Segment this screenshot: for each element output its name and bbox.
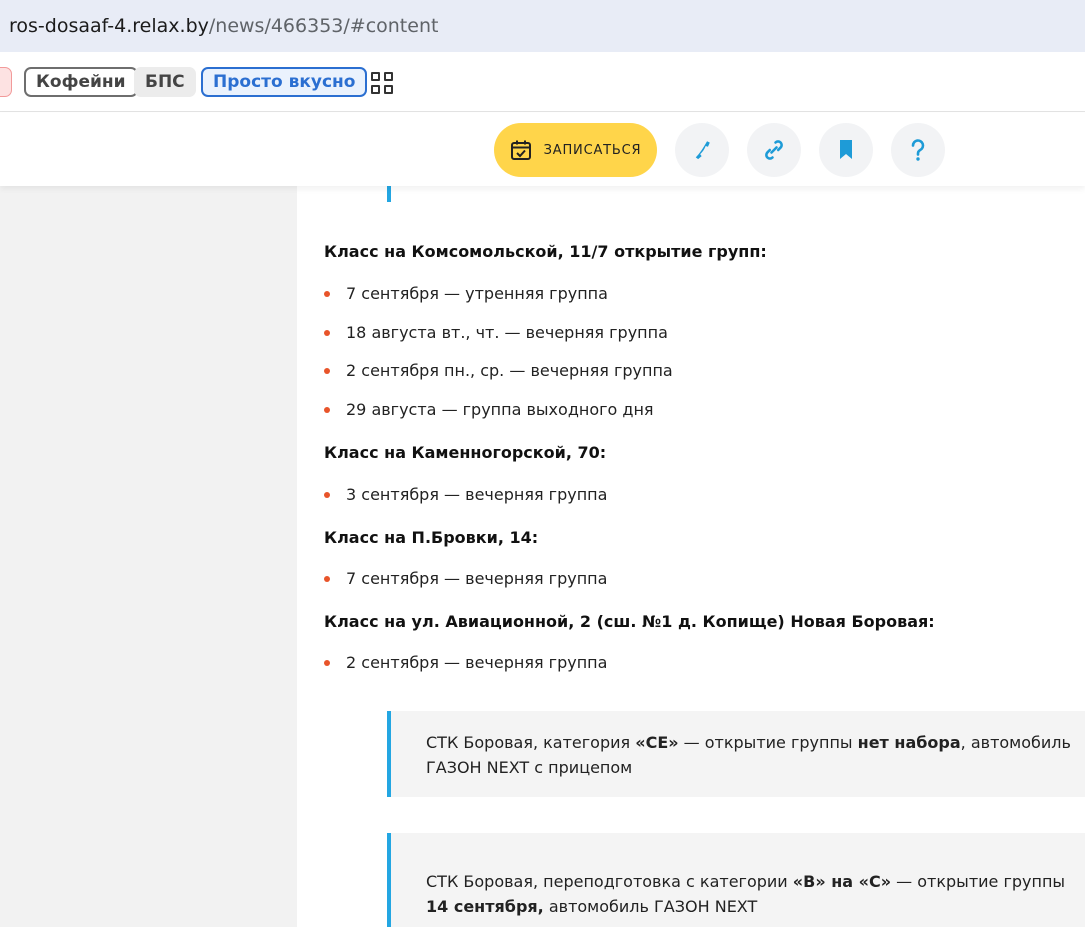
url-path: /news/466353/#content [208, 15, 439, 37]
signup-label: ЗАПИСАТЬСЯ [543, 142, 642, 158]
phone-button[interactable] [675, 123, 729, 177]
bullet-icon [324, 406, 330, 413]
bullet-icon [324, 329, 330, 336]
note-block: СТК Боровая, переподготовка с категории … [387, 833, 1085, 927]
action-bar: ЗАПИСАТЬСЯ [0, 113, 1085, 186]
bookmark-button[interactable] [819, 123, 873, 177]
list-item: 18 августа вт., чт. — вечерняя группа [324, 323, 668, 342]
bookmark-icon [840, 140, 852, 159]
category-chip-bps[interactable]: БПС [134, 67, 196, 97]
link-icon [765, 140, 783, 160]
section-heading: Класс на П.Бровки, 14: [324, 528, 539, 547]
category-chip-partial[interactable] [0, 67, 12, 97]
section-heading: Класс на Комсомольской, 11/7 открытие гр… [324, 242, 767, 261]
help-button[interactable] [891, 123, 945, 177]
calendar-check-icon [510, 140, 531, 160]
question-icon [911, 139, 925, 161]
quote-accent-line [387, 186, 391, 202]
list-item: 2 сентября — вечерняя группа [324, 653, 607, 672]
section-heading: Класс на Каменногорской, 70: [324, 443, 607, 462]
bullet-icon [324, 575, 330, 582]
note-block: СТК Боровая, категория «CE» — открытие г… [387, 711, 1085, 797]
category-chip-prosto-vkusno[interactable]: Просто вкусно [201, 67, 368, 97]
list-item: 7 сентября — вечерняя группа [324, 569, 607, 588]
bullet-icon [324, 290, 330, 297]
signup-button[interactable]: ЗАПИСАТЬСЯ [494, 123, 657, 177]
bullet-icon [324, 491, 330, 498]
left-sidebar [0, 186, 297, 927]
list-item: 2 сентября пн., ср. — вечерняя группа [324, 361, 673, 380]
list-item: 7 сентября — утренняя группа [324, 284, 608, 303]
list-item: 29 августа — группа выходного дня [324, 400, 654, 419]
address-bar[interactable]: ros-dosaaf-4.relax.by/news/466353/#conte… [0, 0, 1085, 52]
section-heading: Класс на ул. Авиационной, 2 (сш. №1 д. К… [324, 612, 935, 631]
bullet-icon [324, 659, 330, 666]
share-link-button[interactable] [747, 123, 801, 177]
all-categories-grid-icon[interactable] [371, 72, 393, 94]
bullet-icon [324, 367, 330, 374]
category-bar: Кофейни БПС Просто вкусно [0, 52, 1085, 112]
list-item: 3 сентября — вечерняя группа [324, 485, 607, 504]
phone-icon [695, 141, 710, 160]
category-chip-cafes[interactable]: Кофейни [24, 67, 138, 97]
url-host: ros-dosaaf-4.relax.by [9, 15, 209, 37]
